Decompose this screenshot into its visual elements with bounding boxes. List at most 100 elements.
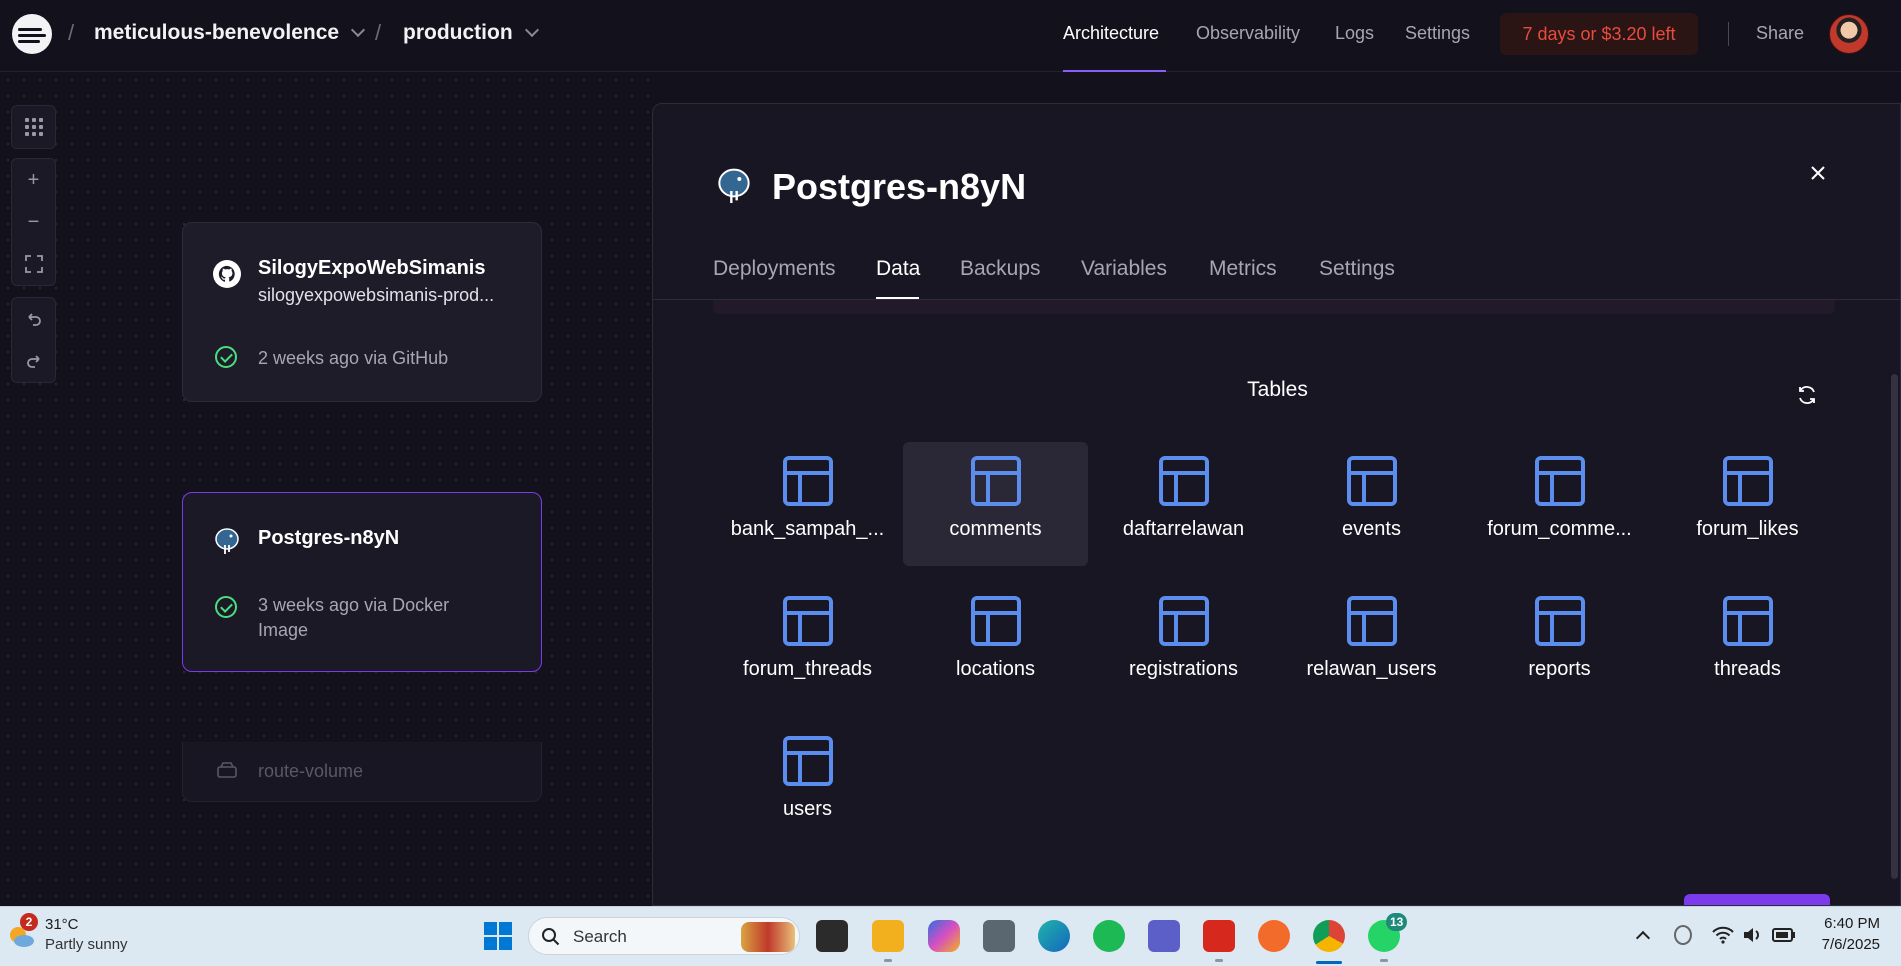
table-item[interactable]: registrations: [1091, 582, 1276, 706]
tab-data[interactable]: Data: [876, 257, 920, 281]
weather-description: Partly sunny: [45, 936, 128, 953]
table-name: registrations: [1129, 658, 1238, 680]
start-button[interactable]: [482, 920, 514, 952]
copilot-icon[interactable]: [928, 920, 960, 952]
close-icon: [1811, 166, 1825, 180]
refresh-button[interactable]: [1796, 384, 1818, 406]
nav-architecture[interactable]: Architecture: [1063, 23, 1159, 44]
table-icon: [782, 456, 833, 506]
table-item[interactable]: events: [1279, 442, 1464, 566]
active-app-indicator: [1316, 961, 1342, 964]
grid-menu-button[interactable]: [12, 106, 55, 148]
postgres-card[interactable]: Postgres-n8yN 3 weeks ago via Docker Ima…: [182, 492, 542, 672]
undo-icon: [27, 313, 41, 326]
camera-icon[interactable]: [983, 920, 1015, 952]
environment-name: production: [403, 21, 513, 44]
tab-metrics[interactable]: Metrics: [1209, 257, 1277, 281]
location-icon[interactable]: [1674, 925, 1692, 945]
nav-settings[interactable]: Settings: [1405, 23, 1470, 44]
service-detail-panel: Postgres-n8yN Deployments Data Backups V…: [652, 103, 1901, 906]
table-item[interactable]: reports: [1467, 582, 1652, 706]
table-name: forum_comme...: [1487, 518, 1632, 540]
nav-logs[interactable]: Logs: [1335, 23, 1374, 44]
table-icon: [1722, 596, 1773, 646]
project-switcher[interactable]: meticulous-benevolence: [94, 21, 366, 45]
chevron-down-icon: [524, 22, 539, 38]
weather-badge: 2: [20, 913, 38, 931]
table-item[interactable]: locations: [903, 582, 1088, 706]
panel-title: Postgres-n8yN: [772, 166, 1027, 207]
chrome-icon[interactable]: [1313, 920, 1345, 952]
table-icon: [1346, 596, 1397, 646]
minus-icon: −: [27, 210, 40, 233]
close-panel-button[interactable]: [1810, 160, 1826, 188]
table-item[interactable]: bank_sampah_...: [715, 442, 900, 566]
github-icon: [213, 260, 241, 288]
share-button[interactable]: Share: [1756, 23, 1804, 44]
whatsapp-badge: 13: [1386, 913, 1408, 931]
nav-observability[interactable]: Observability: [1196, 23, 1300, 44]
service-card-silogy[interactable]: SilogyExpoWebSimanis silogyexpowebsimani…: [182, 222, 542, 402]
table-item[interactable]: comments: [903, 442, 1088, 566]
user-avatar[interactable]: [1829, 14, 1869, 54]
architecture-canvas[interactable]: + − SilogyExpoWebSimanis silogyexpowebsi…: [0, 72, 652, 906]
running-indicator: [1380, 959, 1388, 962]
redo-icon: [26, 355, 40, 368]
teams-icon[interactable]: [1148, 920, 1180, 952]
table-name: comments: [949, 518, 1042, 540]
table-item[interactable]: relawan_users: [1279, 582, 1464, 706]
tables-heading: Tables: [1247, 378, 1308, 401]
tab-variables[interactable]: Variables: [1081, 257, 1167, 281]
volume-attachment[interactable]: route-volume: [182, 742, 542, 802]
spotify-icon[interactable]: [1093, 920, 1125, 952]
file-explorer-icon[interactable]: [872, 920, 904, 952]
table-name: events: [1342, 518, 1401, 540]
environment-switcher[interactable]: production: [403, 21, 539, 45]
service-card-subtitle: silogyexpowebsimanis-prod...: [258, 285, 495, 305]
volume-disk-icon: [217, 762, 237, 778]
wps-office-icon[interactable]: [1203, 920, 1235, 952]
table-icon: [1158, 596, 1209, 646]
clock-time[interactable]: 6:40 PM: [1822, 915, 1880, 932]
volume-icon[interactable]: [1742, 926, 1762, 944]
wifi-icon[interactable]: [1712, 926, 1734, 944]
table-name: forum_threads: [743, 658, 872, 680]
partially-visible-action-button[interactable]: [1684, 894, 1830, 905]
success-check-icon: [215, 346, 237, 368]
battery-icon[interactable]: [1772, 928, 1796, 942]
trial-badge[interactable]: 7 days or $3.20 left: [1500, 13, 1698, 55]
table-name: users: [783, 798, 832, 820]
postgres-card-title: Postgres-n8yN: [258, 527, 400, 549]
table-icon: [782, 736, 833, 786]
zoom-out-button[interactable]: −: [12, 201, 55, 243]
table-item[interactable]: users: [715, 722, 900, 846]
table-item[interactable]: daftarrelawan: [1091, 442, 1276, 566]
table-item[interactable]: forum_comme...: [1467, 442, 1652, 566]
fit-view-button[interactable]: [12, 243, 55, 285]
taskbar-search[interactable]: Search: [528, 917, 800, 955]
service-card-title: SilogyExpoWebSimanis: [258, 257, 486, 279]
pen-app-icon[interactable]: [1258, 920, 1290, 952]
tab-settings[interactable]: Settings: [1319, 257, 1395, 281]
table-item[interactable]: forum_likes: [1655, 442, 1840, 566]
running-indicator: [884, 959, 892, 962]
redo-button[interactable]: [12, 340, 55, 382]
table-item[interactable]: threads: [1655, 582, 1840, 706]
zoom-in-button[interactable]: +: [12, 159, 55, 201]
tab-backups[interactable]: Backups: [960, 257, 1041, 281]
divider: [1728, 22, 1729, 46]
clock-date[interactable]: 7/6/2025: [1812, 936, 1880, 953]
fit-view-icon: [24, 255, 43, 273]
chevron-up-icon[interactable]: [1635, 930, 1651, 946]
edge-browser-icon[interactable]: [1038, 920, 1070, 952]
table-icon: [1722, 456, 1773, 506]
task-view-icon[interactable]: [816, 920, 848, 952]
weather-temp: 31°C: [45, 916, 79, 933]
table-item[interactable]: forum_threads: [715, 582, 900, 706]
table-icon: [1158, 456, 1209, 506]
undo-button[interactable]: [12, 298, 55, 340]
railway-logo-icon[interactable]: [12, 14, 52, 54]
active-nav-indicator: [1063, 70, 1166, 72]
panel-scrollbar[interactable]: [1891, 374, 1898, 879]
tab-deployments[interactable]: Deployments: [713, 257, 836, 281]
